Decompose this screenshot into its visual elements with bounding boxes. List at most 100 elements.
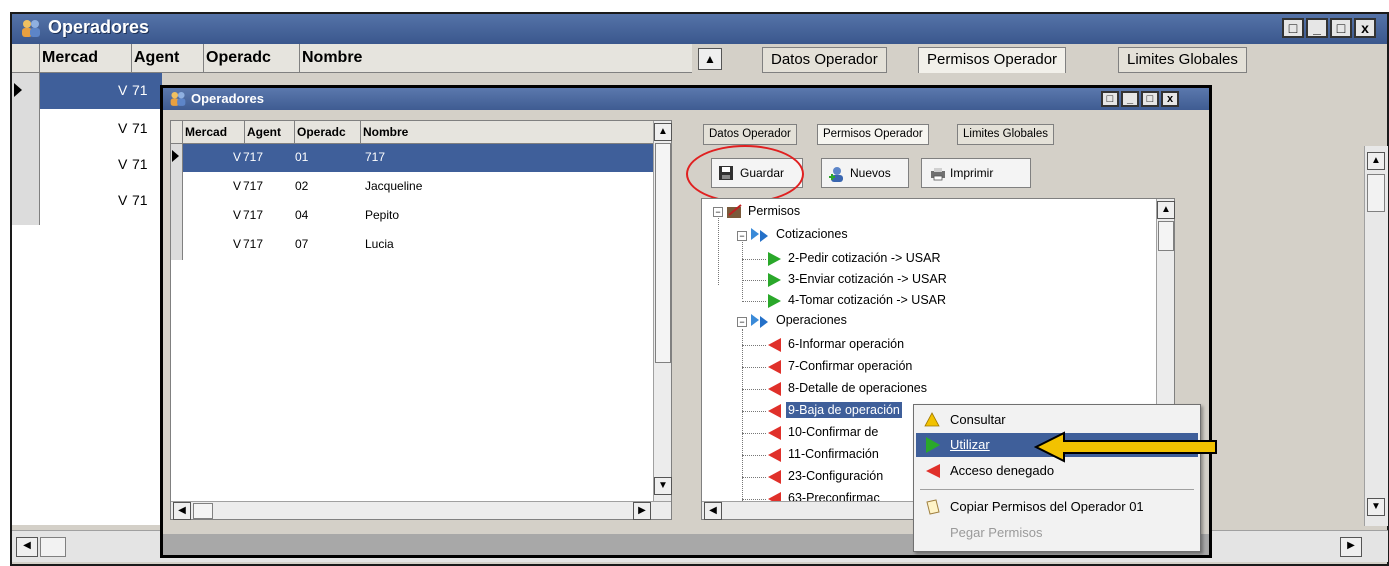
granted-icon	[768, 294, 781, 308]
double-arrow-icon	[751, 314, 768, 328]
close-button[interactable]: x	[1161, 91, 1179, 107]
denied-icon	[768, 470, 781, 484]
tree-item[interactable]: 6-Informar operación	[788, 337, 904, 351]
tree-item[interactable]: 23-Configuración	[788, 469, 883, 483]
col-agente[interactable]: Agent	[245, 121, 295, 143]
close-button[interactable]: x	[1354, 18, 1376, 38]
scroll-thumb[interactable]	[655, 143, 671, 363]
grid-horizontal-scrollbar[interactable]: ◀ ▶	[171, 501, 671, 520]
tab-limites-globales[interactable]: Limites Globales	[1118, 47, 1247, 73]
scroll-left-button[interactable]: ◀	[173, 502, 191, 520]
highlight-circle	[686, 145, 804, 203]
menu-item-consultar[interactable]: Consultar	[916, 408, 1198, 432]
restore-button[interactable]: □	[1101, 91, 1119, 107]
tree-item[interactable]: 4-Tomar cotización -> USAR	[788, 293, 946, 307]
scroll-left-button[interactable]: ◀	[16, 537, 38, 557]
table-row[interactable]: V 71	[40, 111, 162, 147]
col-mercado[interactable]: Mercad	[183, 121, 245, 143]
scroll-down-button[interactable]: ▼	[654, 477, 672, 495]
outer-window-title: Operadores	[48, 17, 150, 37]
scroll-up-button[interactable]: ▲	[1157, 201, 1175, 219]
outer-grid-body: V 71 V 71 V 71 V 71	[12, 73, 162, 525]
col-agente[interactable]: Agent	[132, 44, 204, 72]
users-icon	[170, 91, 186, 106]
granted-icon	[768, 252, 781, 266]
scroll-thumb[interactable]	[40, 537, 66, 557]
scroll-thumb[interactable]	[193, 503, 213, 519]
col-nombre[interactable]: Nombre	[361, 121, 653, 143]
grid-vertical-scrollbar[interactable]: ▲ ▼	[653, 121, 672, 501]
inner-tabs: Datos Operador Permisos Operador Limites…	[701, 124, 1101, 148]
inner-title-bar[interactable]: Operadores □ _ □ x	[163, 88, 1209, 110]
tree-item[interactable]: 8-Detalle de operaciones	[788, 381, 927, 395]
scroll-up-button[interactable]: ▲	[1367, 152, 1385, 170]
double-arrow-icon	[751, 228, 768, 242]
outer-vertical-scrollbar[interactable]: ▲ ▼	[1364, 146, 1388, 526]
minimize-button[interactable]: _	[1121, 91, 1139, 107]
denied-icon	[768, 426, 781, 440]
tab-limites-globales[interactable]: Limites Globales	[957, 124, 1055, 145]
tree-item[interactable]: 3-Enviar cotización -> USAR	[788, 272, 947, 286]
denied-icon	[768, 404, 781, 418]
imprimir-button[interactable]: Imprimir	[921, 158, 1031, 188]
warning-icon	[924, 412, 940, 427]
tree-group-label[interactable]: Operaciones	[776, 313, 847, 327]
tab-datos-operador[interactable]: Datos Operador	[762, 47, 887, 73]
printer-icon	[931, 168, 945, 181]
tree-item[interactable]: 7-Confirmar operación	[788, 359, 912, 373]
scroll-left-button[interactable]: ◀	[704, 502, 722, 520]
table-row[interactable]: V 717 07 Lucia	[183, 231, 653, 259]
collapse-toggle[interactable]: −	[737, 317, 747, 327]
outer-tabs: Datos Operador Permisos Operador Limites…	[752, 47, 1312, 77]
scroll-down-button[interactable]: ▼	[1367, 498, 1385, 516]
scroll-up-button[interactable]: ▲	[654, 123, 672, 141]
inner-window-title: Operadores	[191, 91, 264, 106]
col-mercado[interactable]: Mercad	[40, 44, 132, 72]
denied-icon	[768, 382, 781, 396]
red-arrow-icon	[926, 464, 940, 478]
tree-item-selected[interactable]: 9-Baja de operación	[786, 402, 902, 418]
current-row-icon	[172, 150, 179, 162]
menu-separator	[920, 489, 1194, 490]
scroll-right-button[interactable]: ▶	[1340, 537, 1362, 557]
col-operador[interactable]: Operadc	[204, 44, 300, 72]
table-row[interactable]: V 71	[40, 183, 162, 219]
cotizaciones-items: 2-Pedir cotización -> USAR 3-Enviar coti…	[742, 251, 1162, 315]
tree-item[interactable]: 10-Confirmar de	[788, 425, 878, 439]
maximize-button[interactable]: □	[1141, 91, 1159, 107]
table-row[interactable]: V 71	[40, 73, 162, 109]
scroll-right-button[interactable]: ▶	[633, 502, 651, 520]
nuevos-button[interactable]: Nuevos	[821, 158, 909, 188]
scroll-up-button[interactable]: ▲	[698, 48, 722, 70]
tab-permisos-operador[interactable]: Permisos Operador	[817, 124, 929, 145]
table-row[interactable]: V 71	[40, 147, 162, 183]
denied-icon	[768, 448, 781, 462]
col-operador[interactable]: Operadc	[295, 121, 361, 143]
tab-permisos-operador[interactable]: Permisos Operador	[918, 47, 1067, 73]
tab-datos-operador[interactable]: Datos Operador	[703, 124, 797, 145]
minimize-button[interactable]: _	[1306, 18, 1328, 38]
collapse-toggle[interactable]: −	[737, 231, 747, 241]
pointer-arrow-icon	[1034, 431, 1217, 463]
scroll-thumb[interactable]	[1367, 174, 1385, 212]
denied-icon	[768, 338, 781, 352]
grid-header: Mercad Agent Operadc Nombre	[171, 121, 653, 144]
add-user-icon	[829, 167, 843, 182]
tree-root-label[interactable]: Permisos	[748, 204, 800, 218]
menu-item-copiar-permisos[interactable]: Copiar Permisos del Operador 01	[916, 495, 1198, 519]
context-menu: Consultar Utilizar Acceso denegado Copia…	[913, 404, 1201, 552]
collapse-toggle[interactable]: −	[713, 207, 723, 217]
scroll-thumb[interactable]	[1158, 221, 1174, 251]
outer-grid-header: Mercad Agent Operadc Nombre	[12, 44, 692, 73]
tree-item[interactable]: 2-Pedir cotización -> USAR	[788, 251, 941, 265]
table-row[interactable]: V 717 01 717	[183, 144, 653, 172]
tree-item[interactable]: 11-Confirmación	[788, 447, 879, 461]
restore-button[interactable]: □	[1282, 18, 1304, 38]
col-nombre[interactable]: Nombre	[300, 44, 692, 72]
table-row[interactable]: V 717 02 Jacqueline	[183, 173, 653, 201]
outer-title-bar[interactable]: Operadores □ _ □ x	[12, 14, 1387, 44]
maximize-button[interactable]: □	[1330, 18, 1352, 38]
table-row[interactable]: V 717 04 Pepito	[183, 202, 653, 230]
operators-grid: Mercad Agent Operadc Nombre V 717 01 717…	[170, 120, 672, 520]
tree-group-label[interactable]: Cotizaciones	[776, 227, 848, 241]
